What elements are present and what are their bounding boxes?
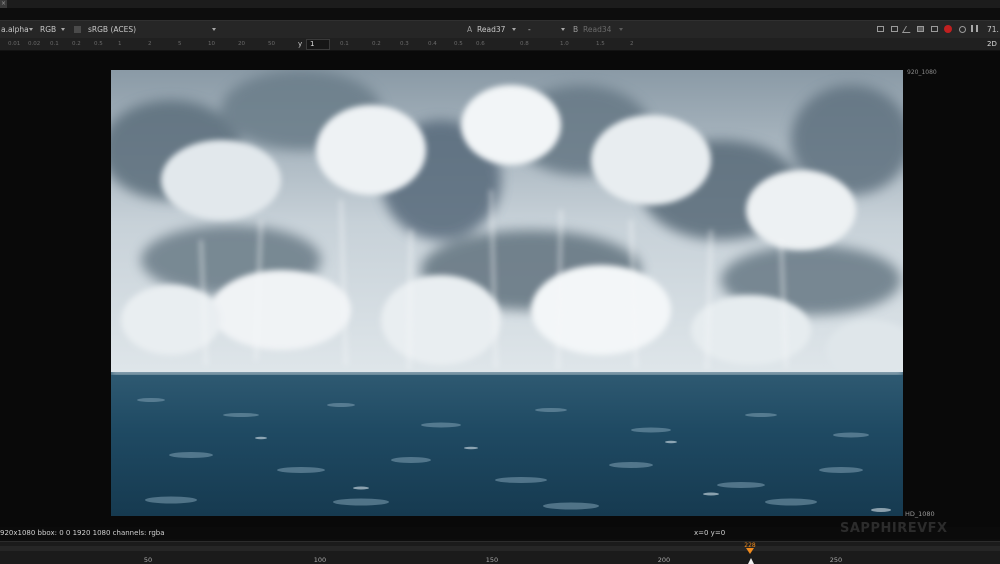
tab-strip (0, 0, 1000, 8)
ruler-tick: 1.5 (596, 41, 605, 47)
timeline-track[interactable] (0, 546, 1000, 551)
ruler-tick: 50 (268, 41, 275, 47)
chevron-down-icon[interactable] (61, 28, 65, 31)
viewer-toolbar: a.alpha RGB sRGB (ACES) A Read37 - B Rea… (0, 20, 1000, 39)
ruler-tick: 10 (208, 41, 215, 47)
ruler-tick: 0.3 (400, 41, 409, 47)
guides-icon[interactable] (891, 26, 898, 32)
format-label-top: 920_1080 (907, 69, 937, 76)
colorspace-select[interactable]: sRGB (ACES) (88, 21, 136, 38)
chevron-down-icon[interactable] (512, 28, 516, 31)
region-of-interest-icon[interactable] (877, 26, 884, 32)
gamma-value: 1 (310, 40, 315, 48)
chevron-down-icon[interactable] (619, 28, 623, 31)
cursor-coords: x=0 y=0 (694, 529, 726, 537)
display-overlay-icon[interactable] (931, 26, 938, 32)
ruler-tick: 0.8 (520, 41, 529, 47)
proxy-icon[interactable] (917, 26, 924, 32)
ruler-tick: 1 (118, 41, 122, 47)
ruler-tick: 0.4 (428, 41, 437, 47)
playhead-marker-icon[interactable] (746, 548, 754, 554)
ruler-tick: 0.1 (50, 41, 59, 47)
zoom-readout[interactable]: 71. (987, 21, 999, 38)
record-stop-icon[interactable] (944, 25, 952, 33)
wipe-icon[interactable] (901, 26, 915, 33)
view-mode-toggle[interactable]: 2D (987, 38, 997, 50)
gamma-label: y (298, 40, 303, 48)
input-b-select[interactable]: Read34 (583, 21, 611, 38)
composite-mode-select[interactable]: - (528, 21, 531, 38)
ruler-tick: 1.0 (560, 41, 569, 47)
ruler-tick: 20 (238, 41, 245, 47)
ruler-tick: 2 (148, 41, 152, 47)
ruler-tick: 0.2 (72, 41, 81, 47)
tab-close-icon[interactable]: × (0, 0, 7, 8)
ruler-tick: 0.1 (340, 41, 349, 47)
gear-icon[interactable] (959, 26, 966, 33)
format-label-bottom: HD_1080 (905, 510, 935, 518)
gain-gamma-ruler[interactable]: 0.01 0.02 0.1 0.2 0.5 1 2 5 10 20 50 y 1… (0, 38, 1000, 51)
watermark: SAPPHIREVFX (840, 521, 948, 536)
channel-layer-select[interactable]: a.alpha (1, 21, 29, 38)
input-a-letter: A (467, 25, 473, 34)
mouse-cursor-icon (748, 558, 754, 564)
ruler-tick: 0.02 (28, 41, 41, 47)
chevron-down-icon[interactable] (561, 28, 565, 31)
viewer-image (111, 70, 903, 516)
lut-icon[interactable] (74, 26, 81, 33)
chevron-down-icon[interactable] (29, 28, 33, 31)
channels-select[interactable]: RGB (40, 21, 56, 38)
pause-icon[interactable] (971, 25, 978, 32)
ruler-tick: 0.5 (454, 41, 463, 47)
ruler-tick: 0.6 (476, 41, 485, 47)
ruler-tick: 2 (630, 41, 634, 47)
image-info-text: 920x1080 bbox: 0 0 1920 1080 channels: r… (0, 529, 165, 537)
ruler-tick: 5 (178, 41, 182, 47)
chevron-down-icon[interactable] (212, 28, 216, 31)
input-b-letter: B (573, 25, 579, 34)
ruler-tick: 0.2 (372, 41, 381, 47)
ruler-tick: 0.5 (94, 41, 103, 47)
input-a-select[interactable]: Read37 (477, 21, 505, 38)
ruler-tick: 0.01 (8, 41, 21, 47)
